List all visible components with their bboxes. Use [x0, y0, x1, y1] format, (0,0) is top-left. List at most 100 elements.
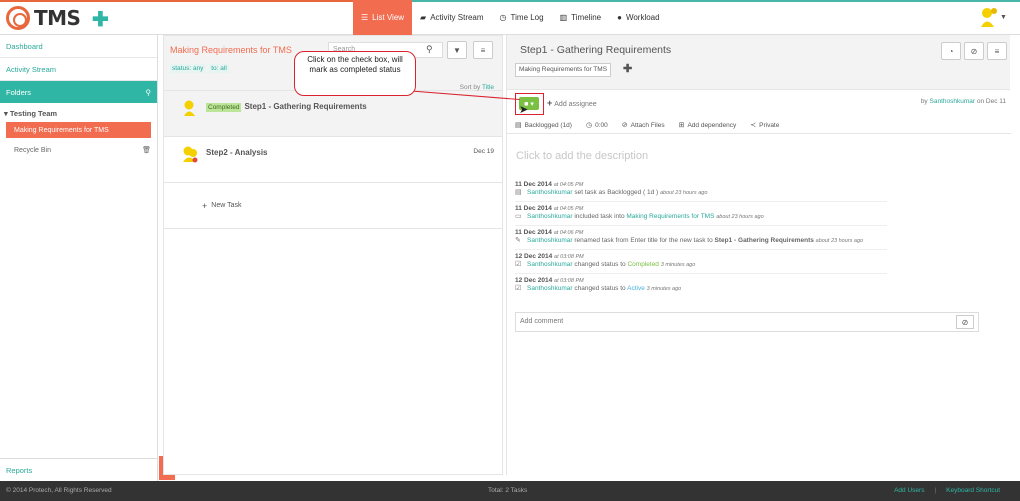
rss-button[interactable]: ◔: [941, 42, 961, 60]
description-field[interactable]: Click to add the description: [516, 150, 648, 162]
sidebar-item-activity-stream[interactable]: Activity Stream: [0, 58, 157, 81]
task-name[interactable]: Completed Step1 - Gathering Requirements: [206, 102, 367, 112]
user-link[interactable]: Santhoshkumar: [527, 237, 573, 244]
tab-workload[interactable]: ● Workload: [609, 0, 668, 35]
tab-activity-stream[interactable]: ▰ Activity Stream: [412, 0, 492, 35]
assignee-avatar: [184, 100, 195, 116]
mouse-cursor-icon: ➤: [519, 104, 529, 116]
entry-ago: about 23 hours ago: [716, 214, 764, 220]
timeline-date: 11 Dec 2014 at 04:06 PM: [515, 229, 887, 236]
comment-input[interactable]: Add comment ⊘: [515, 312, 979, 332]
backlogged-label: Backlogged (1d): [524, 121, 572, 129]
user-avatar[interactable]: [978, 6, 998, 28]
team-node[interactable]: ▾ Testing Team: [0, 109, 157, 118]
date-text: 11 Dec 2014: [515, 181, 552, 188]
link-button[interactable]: ⊘: [964, 42, 984, 60]
folder-item-active[interactable]: Making Requirements for TMS: [6, 122, 151, 138]
filter-to[interactable]: to: all: [209, 64, 229, 73]
timeline-entry: ▤ Santhoshkumar set task as Backlogged ( …: [515, 188, 887, 202]
tab-list-view[interactable]: ☰ List View: [353, 0, 413, 35]
user-link[interactable]: Santhoshkumar: [527, 285, 573, 292]
folder-title: Making Requirements for TMS: [170, 45, 292, 55]
logo-text: TMS: [34, 6, 81, 30]
search-icon[interactable]: ⚲: [146, 88, 152, 97]
by-date: on Dec 11: [976, 98, 1006, 105]
top-bar: TMS ✚ ☰ List View ▰ Activity Stream ◷ Time …: [0, 0, 1020, 35]
private-toggle[interactable]: ≺ Private: [750, 121, 780, 130]
footer-links: Add Users | Keyboard Shortcut: [884, 487, 1000, 494]
tab-timeline[interactable]: ▥ Timeline: [552, 0, 610, 35]
logo[interactable]: TMS: [6, 6, 81, 30]
folders-label: Folders: [6, 87, 32, 97]
timeline-date: 12 Dec 2014 at 03:08 PM: [515, 253, 887, 260]
sidebar-item-reports[interactable]: Reports: [0, 458, 158, 481]
sort-value[interactable]: Title: [482, 84, 494, 91]
add-folder-icon[interactable]: ✚: [623, 62, 632, 75]
add-icon[interactable]: ✚: [92, 7, 109, 32]
tab-label: Workload: [625, 13, 660, 22]
backlogged-control[interactable]: ▤ Backlogged (1d): [515, 121, 572, 130]
user-link[interactable]: Santhoshkumar: [527, 189, 573, 196]
entry-text: changed status to: [574, 261, 626, 268]
folder-link[interactable]: Making Requirements for TMS: [626, 213, 714, 220]
chevron-down-icon[interactable]: ▼: [1000, 14, 1007, 21]
add-assignee-button[interactable]: + Add assignee: [547, 98, 597, 108]
sort-control[interactable]: Sort by Title: [460, 84, 494, 91]
task-row[interactable]: Step2 - Analysis Dec 19: [164, 137, 502, 183]
paperclip-icon: ⊘: [961, 317, 969, 327]
author-link[interactable]: Santhoshkumar: [930, 98, 976, 105]
search-icon[interactable]: ⚲: [426, 44, 433, 55]
menu-icon: ≡: [480, 45, 486, 55]
trash-icon[interactable]: 🗑: [142, 146, 151, 154]
folder-item-recycle-bin[interactable]: Recycle Bin 🗑: [6, 143, 151, 157]
plus-icon: +: [547, 98, 553, 108]
timeline-date: 11 Dec 2014 at 04:05 PM: [515, 205, 887, 212]
add-users-link[interactable]: Add Users: [894, 487, 924, 494]
tab-label: Time Log: [510, 13, 544, 22]
logo-gear-icon: [6, 6, 30, 30]
entry-text: included task into: [574, 213, 625, 220]
task-detail-header: Step1 - Gathering Requirements Making Re…: [507, 35, 1010, 90]
filter-status[interactable]: status: any: [170, 64, 206, 73]
task-date: Dec 19: [473, 148, 494, 155]
activity-timeline: 11 Dec 2014 at 04:05 PM ▤ Santhoshkumar s…: [515, 180, 887, 300]
task-detail-panel: Step1 - Gathering Requirements Making Re…: [506, 35, 1011, 475]
entry-ago: 3 minutes ago: [646, 286, 682, 292]
tab-label: Activity Stream: [430, 13, 484, 22]
sidebar: Dashboard Activity Stream Folders ⚲ ▾ Te…: [0, 35, 158, 481]
keyboard-shortcut-link[interactable]: Keyboard Shortcut: [946, 487, 1000, 494]
calendar-icon: ▤: [515, 122, 522, 129]
footer-separator: |: [934, 487, 937, 494]
status-active: Active: [627, 285, 645, 292]
paperclip-icon: ⊘: [621, 122, 628, 129]
by-prefix: by: [920, 98, 928, 105]
menu-button[interactable]: ≡: [473, 41, 493, 59]
task-detail-title[interactable]: Step1 - Gathering Requirements: [520, 44, 671, 56]
menu-button[interactable]: ≡: [987, 42, 1007, 60]
timeline-date: 12 Dec 2014 at 03:08 PM: [515, 277, 887, 284]
entry-text: set task as Backlogged ( 1d ): [574, 189, 659, 196]
add-dependency-button[interactable]: ⊞ Add dependency: [679, 121, 737, 130]
folder-tag[interactable]: Making Requirements for TMS: [515, 63, 612, 77]
new-task-button[interactable]: + New Task: [164, 183, 502, 229]
comment-icon: ▰: [420, 13, 427, 22]
timeline-entry: ☑ Santhoshkumar changed status to Complet…: [515, 260, 887, 274]
user-link[interactable]: Santhoshkumar: [527, 261, 573, 268]
clock-icon: ◷: [585, 122, 593, 129]
clock-icon: ◷: [499, 13, 507, 22]
attach-button[interactable]: ⊘: [956, 315, 974, 329]
filter-tags[interactable]: status: any to: all: [170, 64, 231, 73]
filter-button[interactable]: ▼: [447, 41, 467, 59]
sidebar-item-dashboard[interactable]: Dashboard: [0, 35, 157, 58]
user-link[interactable]: Santhoshkumar: [527, 213, 573, 220]
attach-files-button[interactable]: ⊘ Attach Files: [621, 121, 665, 130]
time-label: 0:00: [595, 121, 608, 129]
time-control[interactable]: ◷ 0:00: [585, 121, 608, 130]
tab-time-log[interactable]: ◷ Time Log: [492, 0, 552, 35]
comment-placeholder: Add comment: [520, 318, 564, 325]
private-label: Private: [759, 121, 780, 129]
add-assignee-label: Add assignee: [554, 101, 597, 108]
dependency-label: Add dependency: [687, 121, 737, 129]
task-row[interactable]: Completed Step1 - Gathering Requirements: [164, 91, 502, 137]
entry-text: changed status to: [574, 285, 626, 292]
